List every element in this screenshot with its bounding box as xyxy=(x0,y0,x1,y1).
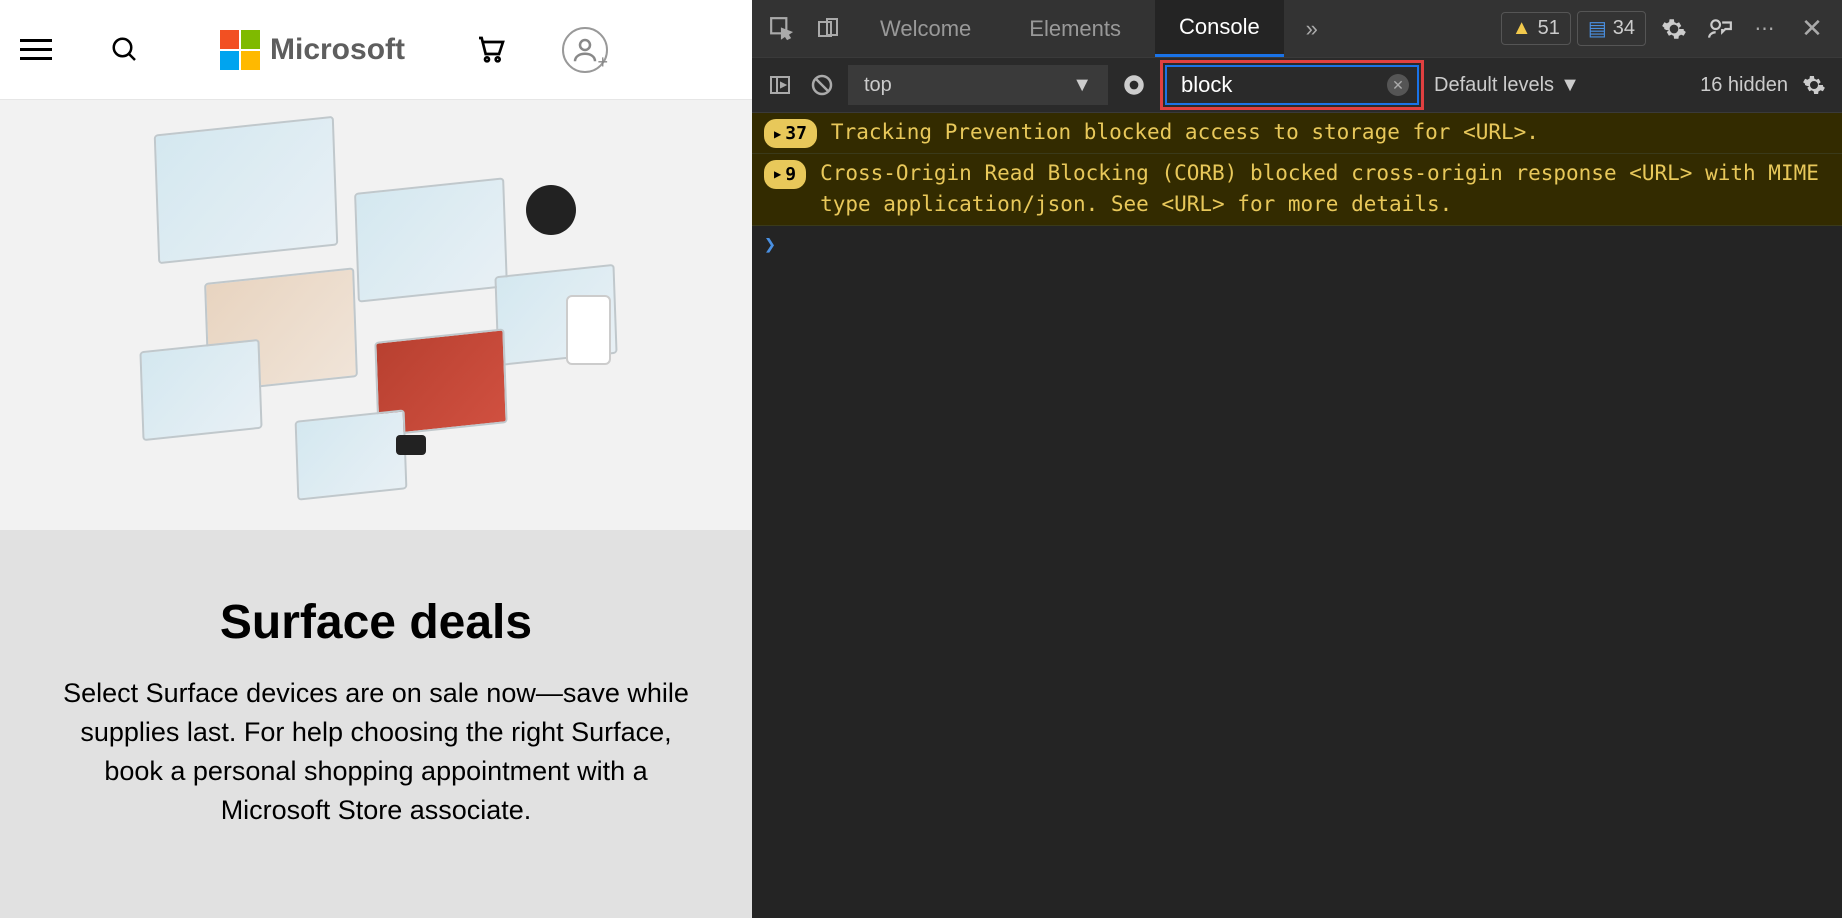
log-count-badge[interactable]: 37 xyxy=(764,119,817,148)
messages-badge[interactable]: ▤ 34 xyxy=(1577,11,1646,46)
console-log-row[interactable]: 37 Tracking Prevention blocked access to… xyxy=(752,113,1842,154)
clear-filter-button[interactable]: ✕ xyxy=(1387,74,1409,96)
filter-highlight: ✕ xyxy=(1160,60,1424,110)
console-output: 37 Tracking Prevention blocked access to… xyxy=(752,113,1842,918)
hero-image-section xyxy=(0,100,752,530)
feedback-button[interactable] xyxy=(1702,11,1738,47)
more-options-button[interactable]: ⋯ xyxy=(1748,11,1784,47)
inspect-element-button[interactable] xyxy=(764,11,800,47)
hamburger-menu-button[interactable] xyxy=(20,30,60,70)
log-message: Cross-Origin Read Blocking (CORB) blocke… xyxy=(820,158,1830,221)
warnings-badge[interactable]: ▲ 51 xyxy=(1501,12,1571,45)
context-value: top xyxy=(864,74,892,97)
context-selector[interactable]: top ▼ xyxy=(848,65,1108,105)
microsoft-logo-icon xyxy=(220,30,260,70)
hidden-messages-link[interactable]: 16 hidden xyxy=(1700,74,1788,97)
levels-label: Default levels xyxy=(1434,74,1554,97)
more-tabs-button[interactable]: » xyxy=(1294,11,1330,47)
console-toolbar: top ▼ ✕ Default levels ▼ 16 hidden xyxy=(752,57,1842,113)
surface-devices-image xyxy=(96,125,656,505)
toggle-sidebar-button[interactable] xyxy=(764,69,796,101)
hero-content: Surface deals Select Surface devices are… xyxy=(0,530,752,918)
microsoft-logo-text: Microsoft xyxy=(270,33,405,67)
devtools-tab-bar: Welcome Elements Console » ▲ 51 ▤ 34 ⋯ ✕ xyxy=(752,0,1842,57)
messages-count: 34 xyxy=(1613,17,1635,40)
website-pane: Microsoft + Surface deals Select Surface… xyxy=(0,0,752,918)
console-log-row[interactable]: 9 Cross-Origin Read Blocking (CORB) bloc… xyxy=(752,154,1842,226)
hero-title: Surface deals xyxy=(40,595,712,650)
filter-input[interactable] xyxy=(1165,65,1419,105)
close-devtools-button[interactable]: ✕ xyxy=(1794,11,1830,47)
warning-icon: ▲ xyxy=(1512,17,1532,40)
message-icon: ▤ xyxy=(1588,16,1607,41)
live-expression-button[interactable] xyxy=(1118,69,1150,101)
tab-elements[interactable]: Elements xyxy=(1005,0,1145,57)
settings-button[interactable] xyxy=(1656,11,1692,47)
hero-body: Select Surface devices are on sale now—s… xyxy=(56,674,696,831)
console-settings-button[interactable] xyxy=(1798,69,1830,101)
devtools-pane: Welcome Elements Console » ▲ 51 ▤ 34 ⋯ ✕ xyxy=(752,0,1842,918)
chevron-down-icon: ▼ xyxy=(1072,74,1092,97)
tab-console[interactable]: Console xyxy=(1155,0,1284,57)
console-prompt[interactable]: ❯ xyxy=(752,226,1842,262)
microsoft-logo[interactable]: Microsoft xyxy=(220,30,405,70)
log-message: Tracking Prevention blocked access to st… xyxy=(831,117,1830,149)
tab-welcome[interactable]: Welcome xyxy=(856,0,995,57)
log-levels-selector[interactable]: Default levels ▼ xyxy=(1434,74,1580,97)
site-header: Microsoft + xyxy=(0,0,752,100)
log-count-badge[interactable]: 9 xyxy=(764,160,806,189)
clear-console-button[interactable] xyxy=(806,69,838,101)
chevron-down-icon: ▼ xyxy=(1560,74,1580,97)
account-button[interactable]: + xyxy=(562,27,608,73)
warnings-count: 51 xyxy=(1538,17,1560,40)
search-button[interactable] xyxy=(110,35,140,65)
device-toggle-button[interactable] xyxy=(810,11,846,47)
cart-button[interactable] xyxy=(475,34,507,66)
